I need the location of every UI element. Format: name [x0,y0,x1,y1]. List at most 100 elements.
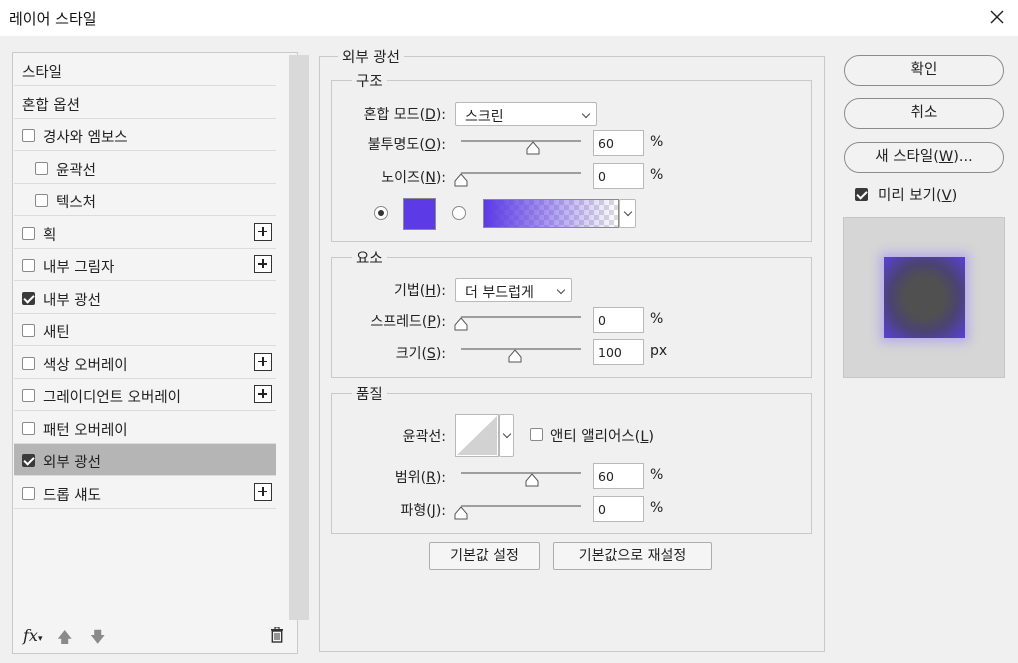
size-slider-thumb[interactable] [508,349,522,363]
style-list-item[interactable]: 드롭 섀도 [14,477,276,509]
noise-unit: % [650,167,664,183]
style-list-item[interactable]: 내부 광선 [14,282,276,314]
color-swatch[interactable] [403,198,436,230]
spread-unit: % [650,311,664,327]
add-effect-icon[interactable] [254,482,272,501]
size-unit: px [650,343,668,359]
quality-title: 품질 [352,383,387,404]
style-checkbox[interactable] [22,291,35,305]
style-list-item[interactable]: 윤곽선 [14,152,276,184]
range-slider-track[interactable] [461,472,581,474]
opacity-input[interactable]: 60 [593,130,644,156]
style-checkbox[interactable] [35,161,48,175]
style-checkbox[interactable] [22,421,35,435]
range-slider-thumb[interactable] [525,473,539,487]
opacity-label: 불투명도(O): [367,137,446,153]
style-label: 혼합 옵션 [22,97,80,114]
jitter-slider-thumb[interactable] [454,506,468,520]
gradient-swatch[interactable] [483,199,619,228]
style-label: 패턴 오버레이 [43,422,128,439]
opacity-slider-thumb[interactable] [526,141,540,155]
contour-label: 윤곽선: [402,429,446,445]
style-checkbox[interactable] [22,129,35,142]
spread-input[interactable]: 0 [593,307,644,333]
add-effect-icon[interactable] [254,385,272,403]
jitter-slider-track[interactable] [461,505,581,507]
chevron-down-icon [623,207,633,217]
anti-alias-label: 앤티 앨리어스(L) [550,429,655,445]
spread-slider-thumb[interactable] [454,317,468,331]
preview-glow-square [884,257,965,338]
style-list-item[interactable]: 스타일 [14,54,276,86]
style-list-item[interactable]: 경사와 엠보스 [14,119,276,151]
preview-checkbox[interactable] [855,188,868,201]
style-list-item[interactable]: 새틴 [14,314,276,346]
style-checkbox[interactable] [22,389,35,402]
style-label: 그레이디언트 오버레이 [43,390,182,406]
style-list-item[interactable]: 외부 광선 [14,444,276,476]
style-label: 새틴 [43,325,70,341]
size-label: 크기(S): [395,346,446,362]
range-label: 범위(R): [394,470,446,486]
style-label: 스타일 [22,65,63,81]
gradient-dropdown[interactable] [619,199,636,228]
jitter-unit: % [650,500,664,516]
add-effect-icon[interactable] [254,222,272,241]
style-checkbox[interactable] [22,324,35,337]
fx-menu-button[interactable]: fx▾ [23,626,42,645]
reset-default-button[interactable]: 기본값으로 재설정 [553,542,712,570]
add-effect-icon[interactable] [254,352,272,371]
noise-label: 노이즈(N): [381,170,446,186]
preview-thumbnail [843,217,1005,378]
style-checkbox[interactable] [22,356,35,370]
style-label: 색상 오버레이 [43,357,128,374]
chevron-down-icon [502,429,512,439]
jitter-input[interactable]: 0 [593,496,644,522]
size-input[interactable]: 100 [593,339,644,365]
color-radio[interactable] [374,206,388,220]
style-checkbox[interactable] [22,486,35,500]
ok-button[interactable]: 확인 [844,55,1004,86]
elements-title: 요소 [352,247,387,268]
contour-dropdown[interactable] [499,414,514,457]
style-label: 경사와 엠보스 [43,130,128,146]
jitter-label: 파형(J): [400,503,446,519]
range-input[interactable]: 60 [593,463,644,489]
list-scrollbar[interactable] [289,55,309,620]
add-effect-icon[interactable] [254,255,272,273]
style-list-item[interactable]: 패턴 오버레이 [14,412,276,444]
style-list-item[interactable]: 혼합 옵션 [14,87,276,119]
noise-input[interactable]: 0 [593,163,644,189]
chevron-down-icon [581,109,591,119]
blend-mode-label: 혼합 모드(D): [363,107,446,123]
style-list-item[interactable]: 텍스처 [14,184,276,216]
close-icon[interactable] [986,6,1008,28]
cancel-button[interactable]: 취소 [844,98,1004,129]
technique-select[interactable]: 더 부드럽게 [455,278,572,302]
make-default-button[interactable]: 기본값 설정 [429,542,540,570]
gradient-radio[interactable] [452,206,466,220]
spread-slider-track[interactable] [461,316,581,318]
noise-slider-track[interactable] [461,172,581,174]
arrow-down-icon[interactable]: 🡇 [90,627,105,652]
noise-slider-thumb[interactable] [454,173,468,187]
style-checkbox[interactable] [35,194,48,207]
arrow-up-icon[interactable]: 🡅 [57,627,72,652]
style-label: 내부 그림자 [43,260,115,276]
contour-picker[interactable] [455,414,499,457]
blend-mode-select[interactable]: 스크린 [455,102,597,126]
style-checkbox[interactable] [22,226,35,240]
title-bar [0,0,1018,36]
style-label: 윤곽선 [56,162,97,179]
style-list-item[interactable]: 색상 오버레이 [14,347,276,379]
style-list-item[interactable]: 내부 그림자 [14,249,276,281]
style-list-item[interactable]: 그레이디언트 오버레이 [14,379,276,411]
opacity-slider-track[interactable] [461,140,581,142]
new-style-button[interactable]: 새 스타일(W)... [844,142,1004,173]
trash-icon[interactable] [270,627,284,643]
style-checkbox[interactable] [22,259,35,272]
anti-alias-checkbox[interactable] [530,428,543,441]
style-label: 외부 광선 [43,455,101,471]
style-checkbox[interactable] [22,454,35,467]
style-list-item[interactable]: 획 [14,217,276,249]
